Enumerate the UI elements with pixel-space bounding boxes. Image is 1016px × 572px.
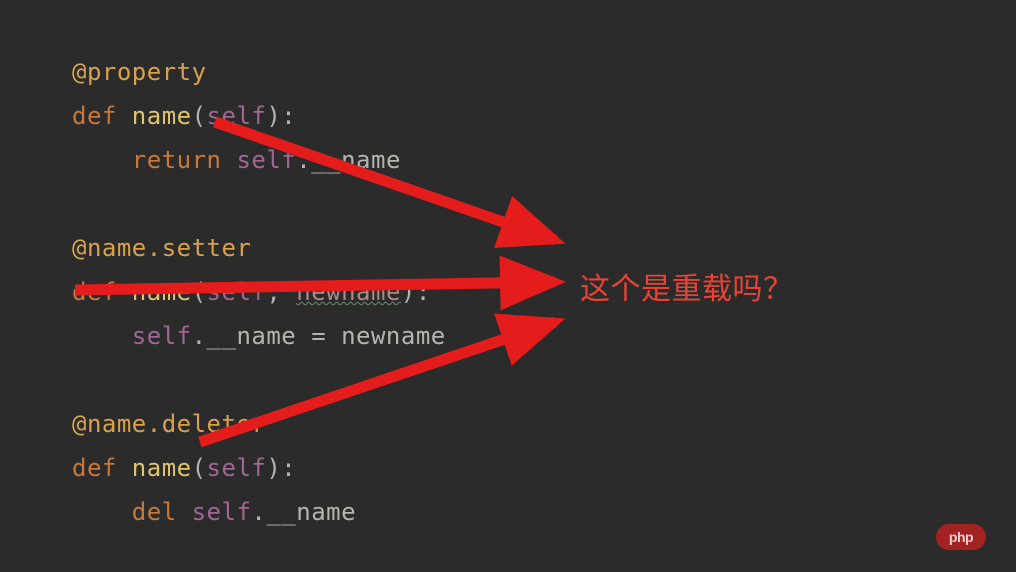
code-line: self.__name = newname [72, 314, 1016, 358]
keyword-def: def [72, 454, 132, 482]
attr-access: .__name [251, 498, 356, 526]
indent [72, 498, 132, 526]
keyword-def: def [72, 102, 132, 130]
assignment: .__name = newname [192, 322, 446, 350]
code-line: del self.__name [72, 490, 1016, 534]
blank-line [72, 182, 1016, 226]
decorator: @name.setter [72, 234, 251, 262]
self-ref: self [132, 322, 192, 350]
keyword-return: return [132, 146, 237, 174]
code-line: @name.setter [72, 226, 1016, 270]
attr-access: .__name [296, 146, 401, 174]
function-name: name [132, 454, 192, 482]
self-param: self [207, 102, 267, 130]
paren-open: ( [192, 102, 207, 130]
keyword-del: del [132, 498, 192, 526]
php-logo: php [936, 524, 986, 550]
self-param: self [207, 454, 267, 482]
indent [72, 322, 132, 350]
code-line: return self.__name [72, 138, 1016, 182]
paren-close: ): [401, 278, 431, 306]
blank-line [72, 358, 1016, 402]
code-line: @name.deleter [72, 402, 1016, 446]
decorator: @name.deleter [72, 410, 266, 438]
keyword-def: def [72, 278, 132, 306]
code-line: @property [72, 50, 1016, 94]
paren-open: ( [192, 454, 207, 482]
self-ref: self [192, 498, 252, 526]
paren-close: ): [266, 102, 296, 130]
self-ref: self [236, 146, 296, 174]
function-name: name [132, 102, 192, 130]
paren-close: ): [266, 454, 296, 482]
code-line: def name(self): [72, 446, 1016, 490]
param-newname: newname [296, 278, 401, 306]
code-line: def name(self, newname): [72, 270, 1016, 314]
comma: , [266, 278, 296, 306]
annotation-label: 这个是重载吗？ [580, 264, 794, 308]
code-line: def name(self): [72, 94, 1016, 138]
indent [72, 146, 132, 174]
code-editor: @property def name(self): return self.__… [0, 0, 1016, 572]
logo-text: php [949, 529, 973, 545]
function-name: name [132, 278, 192, 306]
paren-open: ( [192, 278, 207, 306]
decorator: @property [72, 58, 207, 86]
self-param: self [207, 278, 267, 306]
